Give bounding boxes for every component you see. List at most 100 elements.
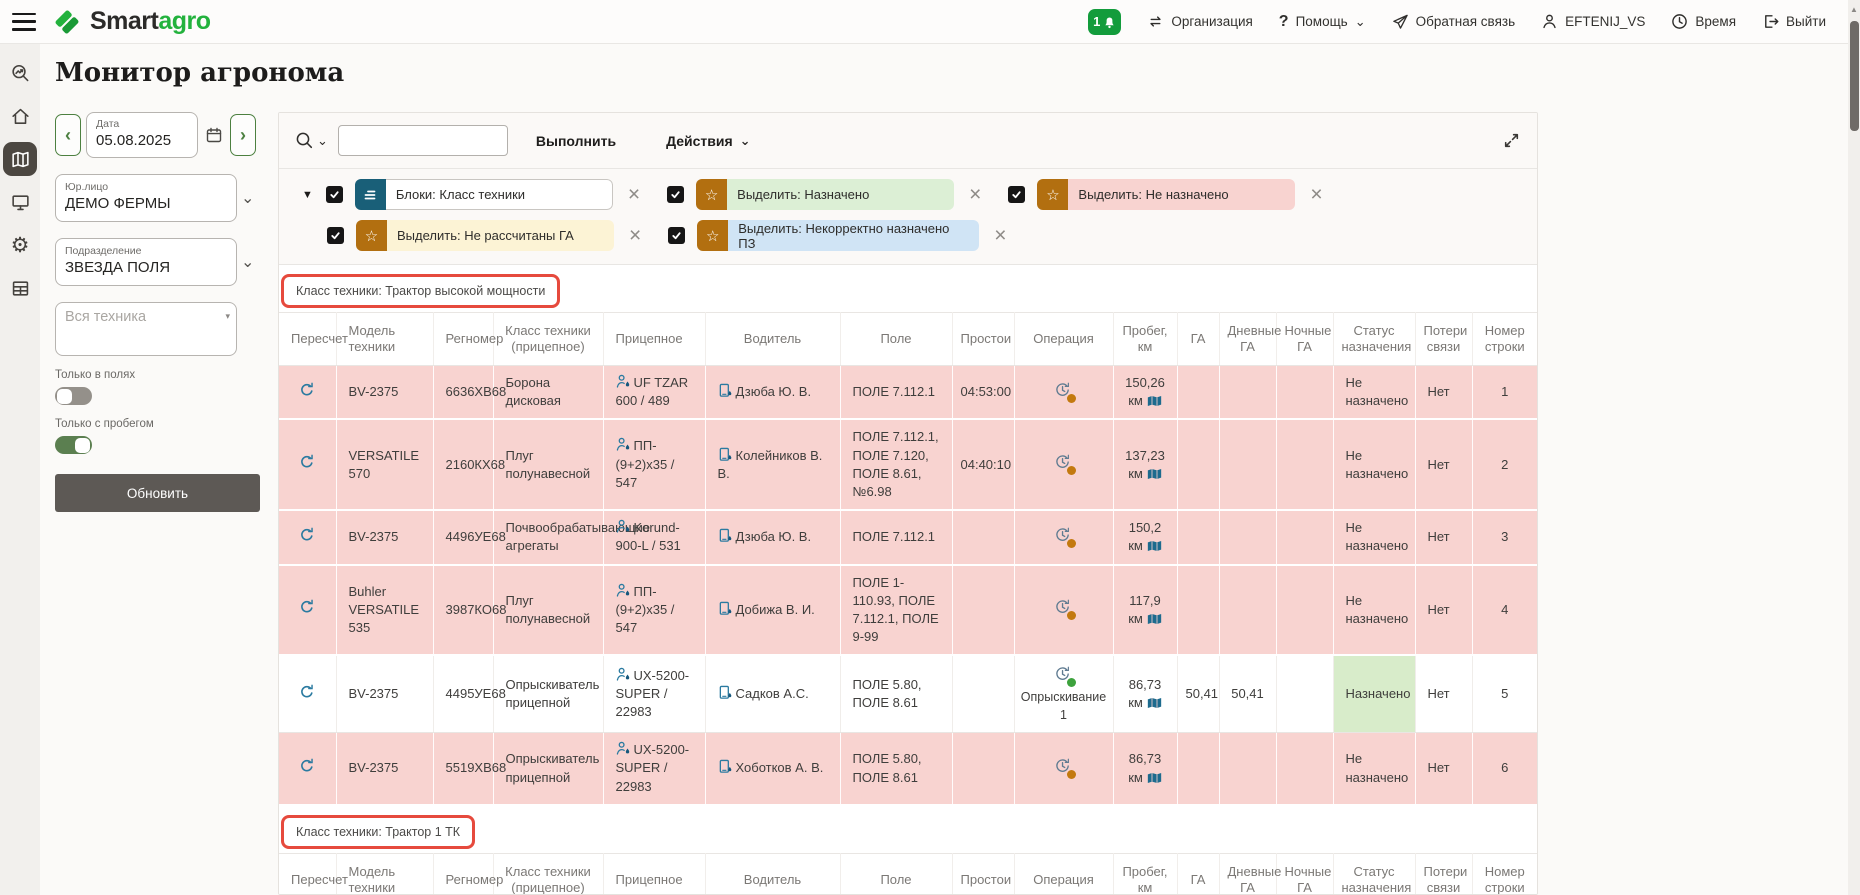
scrollbar-thumb[interactable] <box>1850 21 1859 131</box>
rail-item-home[interactable] <box>3 99 37 133</box>
chip-checkbox[interactable] <box>668 227 685 244</box>
rail-item-map-monitor[interactable] <box>3 142 37 176</box>
recalc-cell <box>279 366 336 420</box>
operation-status-icon <box>1053 452 1075 474</box>
column-header: Простои <box>952 313 1014 366</box>
chip-checkbox[interactable] <box>1008 186 1025 203</box>
date-next-button[interactable]: › <box>230 114 256 156</box>
time-menu-item[interactable]: Время <box>1671 13 1736 30</box>
recalculate-button[interactable] <box>298 598 316 616</box>
rail-item-monitor[interactable] <box>3 185 37 219</box>
track-map-icon[interactable] <box>1147 468 1162 480</box>
column-header: Операция <box>1014 313 1113 366</box>
logout-menu-item[interactable]: Выйти <box>1762 13 1826 30</box>
chip-checkbox[interactable] <box>667 186 684 203</box>
chip-checkbox[interactable] <box>326 186 343 203</box>
chip-close-button[interactable]: × <box>629 225 641 246</box>
hamburger-menu-button[interactable] <box>12 13 36 31</box>
dropdown-triangle-icon: ▾ <box>225 311 230 322</box>
track-map-icon[interactable] <box>1147 613 1162 625</box>
rail-item-table[interactable] <box>3 271 37 305</box>
ga-cell: 50,41 <box>1177 655 1219 733</box>
recalculate-button[interactable] <box>298 453 316 471</box>
chip-highlight-incorrect-pz[interactable]: ☆ Выделить: Некорректно назначено ПЗ <box>697 220 979 251</box>
reg-number-cell: 4496УЕ68 <box>433 510 493 564</box>
chip-highlight-not-assigned[interactable]: ☆ Выделить: Не назначено <box>1037 179 1295 210</box>
attach-class-cell: Борона дисковая <box>493 366 603 420</box>
driver-label: Дзюба Ю. В. <box>736 384 812 399</box>
chip-checkbox[interactable] <box>327 227 344 244</box>
chevron-down-icon: ⌄ <box>740 134 751 147</box>
machines-input[interactable] <box>65 309 218 349</box>
chip-highlight-no-ga[interactable]: ☆ Выделить: Не рассчитаны ГА <box>356 220 614 251</box>
operation-status-icon <box>1053 756 1075 778</box>
bell-icon <box>1103 15 1116 29</box>
driver-cell: Добижа В. И. <box>705 565 840 656</box>
column-header: Дневные ГА <box>1219 853 1276 895</box>
attach-class-cell: Опрыскиватель прицепной <box>493 655 603 733</box>
notification-badge[interactable]: 1 <box>1088 9 1121 35</box>
track-map-icon[interactable] <box>1147 772 1162 784</box>
operation-cell <box>1014 366 1113 420</box>
date-field[interactable]: Дата 05.08.2025 <box>86 112 198 158</box>
track-map-icon[interactable] <box>1147 540 1162 552</box>
ga-cell <box>1177 419 1219 510</box>
only-fields-label: Только в полях <box>55 369 278 381</box>
status-cell: Назначено <box>1333 655 1415 733</box>
track-map-icon[interactable] <box>1147 697 1162 709</box>
operation-status-icon <box>1053 525 1075 547</box>
search-input[interactable] <box>338 125 508 156</box>
collapse-triangle[interactable]: ▼ <box>302 189 313 201</box>
driver-doc-icon <box>718 759 733 774</box>
rail-item-settings[interactable]: ⚙ <box>3 228 37 262</box>
analytics-search-icon <box>10 63 31 84</box>
help-menu-item[interactable]: ? Помощь ⌄ <box>1279 13 1366 31</box>
user-menu-item[interactable]: EFTENIJ_VS <box>1541 13 1645 30</box>
mileage-cell: 150,2 км <box>1113 510 1177 564</box>
search-column-selector[interactable]: ⌄ <box>295 131 328 150</box>
attach-class-cell: Плуг полунавесной <box>493 419 603 510</box>
chip-close-button[interactable]: × <box>969 184 981 205</box>
chip-close-button[interactable]: × <box>1310 184 1322 205</box>
column-header: Модель техники <box>336 853 433 895</box>
maximize-button[interactable] <box>1502 131 1521 150</box>
scroll-up-arrow[interactable]: ▲ <box>1848 5 1860 14</box>
only-mileage-toggle[interactable] <box>55 436 92 454</box>
ga-cell <box>1177 733 1219 805</box>
organization-menu-item[interactable]: Организация <box>1147 13 1252 30</box>
recalc-cell <box>279 733 336 805</box>
mileage-cell: 86,73 км <box>1113 655 1177 733</box>
date-prev-button[interactable]: ‹ <box>55 114 81 156</box>
recalculate-button[interactable] <box>298 757 316 775</box>
vertical-scrollbar[interactable]: ▲ <box>1848 0 1860 895</box>
table-row: BV-2375 4496УЕ68 Почвообрабатывающие агр… <box>279 510 1537 564</box>
driver-doc-icon <box>718 601 733 616</box>
only-fields-toggle[interactable] <box>55 387 92 405</box>
track-map-icon[interactable] <box>1147 395 1162 407</box>
entity-select[interactable]: Юр.лицо ДЕМО ФЕРМЫ ⌄ <box>55 174 278 222</box>
ga-cell <box>1177 510 1219 564</box>
calendar-button[interactable] <box>203 123 225 147</box>
recalculate-button[interactable] <box>298 683 316 701</box>
recalculate-button[interactable] <box>298 381 316 399</box>
execute-button[interactable]: Выполнить <box>536 133 616 149</box>
operation-status-icon <box>1053 380 1075 402</box>
recalculate-button[interactable] <box>298 526 316 544</box>
driver-cell: Садков А.С. <box>705 655 840 733</box>
chip-close-button[interactable]: × <box>628 184 640 205</box>
refresh-button[interactable]: Обновить <box>55 474 260 512</box>
chip-close-button[interactable]: × <box>994 225 1006 246</box>
row-number-cell: 4 <box>1472 565 1537 656</box>
chevron-down-icon: ⌄ <box>317 134 328 147</box>
rail-item-analytics[interactable] <box>3 56 37 90</box>
chip-highlight-assigned[interactable]: ☆ Выделить: Назначено <box>696 179 954 210</box>
division-select[interactable]: Подразделение ЗВЕЗДА ПОЛЯ ⌄ <box>55 238 278 286</box>
feedback-menu-item[interactable]: Обратная связь <box>1392 13 1515 30</box>
chip-label: Выделить: Назначено <box>727 179 954 210</box>
attached-cell: UX-5200-SUPER / 22983 <box>603 655 705 733</box>
actions-menu-button[interactable]: Действия ⌄ <box>666 133 750 149</box>
chip-blocks-class[interactable]: Блоки: Класс техники <box>355 179 613 210</box>
field-cell: ПОЛЕ 7.112.1 <box>840 366 952 420</box>
column-header: Статус назначения <box>1333 313 1415 366</box>
implement-person-icon <box>616 583 631 598</box>
